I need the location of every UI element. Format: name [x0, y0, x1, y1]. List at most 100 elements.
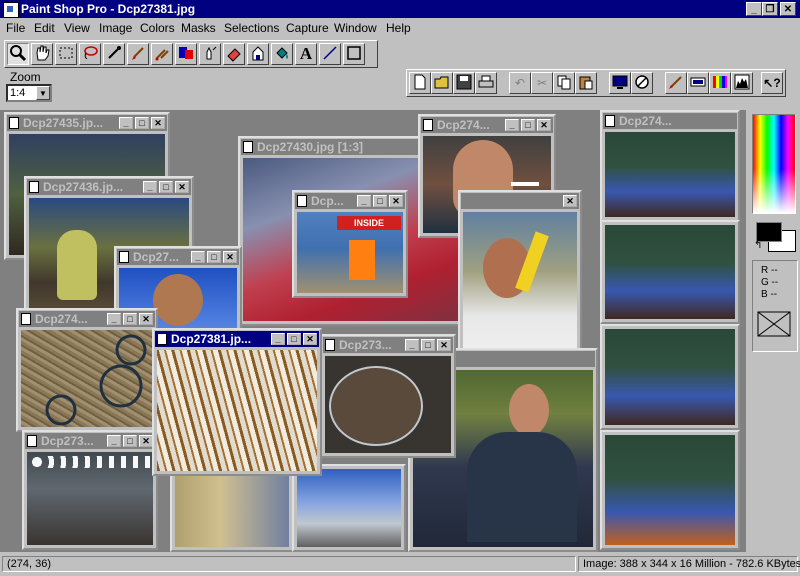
toggle-tool-palette-icon[interactable] [665, 72, 687, 94]
minimize-button[interactable]: _ [357, 195, 371, 207]
menu-window[interactable]: Window [334, 21, 377, 35]
line-tool-icon[interactable] [319, 43, 341, 65]
minimize-button[interactable]: _ [143, 181, 157, 193]
image-canvas[interactable] [297, 469, 401, 547]
minimize-button[interactable]: _ [405, 339, 419, 351]
minimize-button[interactable]: _ [191, 251, 205, 263]
maximize-button[interactable]: □ [123, 435, 137, 447]
image-window-right-2[interactable] [600, 220, 740, 324]
maximize-button[interactable]: □ [159, 181, 173, 193]
image-window-caption[interactable]: Dcp273... _ □ ✕ [25, 433, 155, 449]
restore-button[interactable]: ❐ [762, 2, 778, 16]
close-button[interactable]: ✕ [223, 251, 237, 263]
image-window-caption[interactable]: Dcp27381.jp... _ □ ✕ [155, 331, 319, 347]
close-button[interactable]: ✕ [780, 2, 796, 16]
no-color-icon[interactable] [757, 311, 791, 337]
open-file-icon[interactable] [431, 72, 453, 94]
normal-viewing-icon[interactable] [631, 72, 653, 94]
menu-edit[interactable]: Edit [34, 21, 55, 35]
paste-icon[interactable] [575, 72, 597, 94]
new-file-icon[interactable] [409, 72, 431, 94]
foreground-color-swatch[interactable] [756, 222, 782, 242]
paintbrush-icon[interactable] [127, 43, 149, 65]
histogram-icon[interactable] [731, 72, 753, 94]
picture-tube-icon[interactable] [247, 43, 269, 65]
image-window-caption[interactable]: ✕ [461, 193, 579, 209]
pan-tool-icon[interactable] [31, 43, 53, 65]
menu-view[interactable]: View [64, 21, 90, 35]
chevron-down-icon[interactable]: ▼ [36, 86, 50, 100]
eyedropper-icon[interactable] [103, 43, 125, 65]
image-window-caption[interactable]: Dcp273... _ □ ✕ [323, 337, 453, 353]
close-button[interactable]: ✕ [537, 119, 551, 131]
minimize-button[interactable]: _ [107, 313, 121, 325]
image-canvas[interactable] [325, 356, 451, 453]
image-window-tent[interactable] [292, 464, 406, 552]
minimize-button[interactable]: _ [746, 2, 762, 16]
image-window-right-4[interactable] [600, 430, 740, 550]
shape-tool-icon[interactable] [343, 43, 365, 65]
clone-brush-icon[interactable] [151, 43, 173, 65]
print-icon[interactable] [475, 72, 497, 94]
menu-selections[interactable]: Selections [224, 21, 279, 35]
image-window-caption[interactable]: Dcp274... _ □ ✕ [19, 311, 155, 327]
image-canvas[interactable] [605, 225, 735, 319]
image-canvas[interactable] [463, 212, 577, 361]
image-canvas[interactable] [605, 132, 735, 217]
undo-icon[interactable]: ↶ [509, 72, 531, 94]
menu-help[interactable]: Help [386, 21, 411, 35]
close-button[interactable]: ✕ [151, 117, 165, 129]
eraser-icon[interactable] [223, 43, 245, 65]
close-button[interactable]: ✕ [139, 313, 153, 325]
maximize-button[interactable]: □ [123, 313, 137, 325]
maximize-button[interactable]: □ [135, 117, 149, 129]
close-button[interactable]: ✕ [437, 339, 451, 351]
image-window-caption[interactable]: Dcp27436.jp... _ □ ✕ [27, 179, 191, 195]
flood-fill-icon[interactable] [271, 43, 293, 65]
image-window-caption[interactable]: Dcp27... _ □ ✕ [117, 249, 239, 265]
minimize-button[interactable]: _ [505, 119, 519, 131]
menu-file[interactable]: File [6, 21, 25, 35]
image-window-caption[interactable]: Dcp27435.jp... _ □ ✕ [7, 115, 167, 131]
image-window-dcp-sign[interactable]: Dcp... _ □ ✕ INSIDE [292, 190, 408, 298]
close-button[interactable]: ✕ [139, 435, 153, 447]
menu-colors[interactable]: Colors [140, 21, 175, 35]
toggle-style-bar-icon[interactable] [687, 72, 709, 94]
app-icon[interactable] [3, 2, 19, 18]
maximize-button[interactable]: □ [521, 119, 535, 131]
maximize-button[interactable]: □ [207, 251, 221, 263]
image-window-caption[interactable]: Dcp274... _ □ ✕ [421, 117, 553, 133]
image-canvas[interactable] [605, 329, 735, 425]
zoom-tool-icon[interactable] [7, 43, 29, 65]
color-picker[interactable] [752, 114, 796, 214]
retouch-icon[interactable] [199, 43, 221, 65]
zoom-select[interactable]: 1:4 ▼ [6, 84, 52, 102]
color-replacer-icon[interactable] [175, 43, 197, 65]
toggle-color-palette-icon[interactable] [709, 72, 731, 94]
rect-select-icon[interactable] [55, 43, 77, 65]
close-button[interactable]: ✕ [389, 195, 403, 207]
image-window-caption[interactable]: Dcp274... [603, 113, 737, 129]
image-canvas[interactable] [157, 350, 317, 471]
text-tool-icon[interactable]: A [295, 43, 317, 65]
image-canvas[interactable] [605, 435, 735, 545]
lasso-icon[interactable] [79, 43, 101, 65]
image-window-dcp273-a[interactable]: Dcp273... _ □ ✕ [22, 430, 158, 550]
image-window-dcp27381[interactable]: Dcp27381.jp... _ □ ✕ [152, 328, 322, 476]
swap-colors-icon[interactable]: ↰ [754, 240, 762, 251]
image-window-dcp273-b[interactable]: Dcp273... _ □ ✕ [320, 334, 456, 458]
close-button[interactable]: ✕ [303, 333, 317, 345]
save-icon[interactable] [453, 72, 475, 94]
minimize-button[interactable]: _ [107, 435, 121, 447]
maximize-button[interactable]: □ [421, 339, 435, 351]
full-screen-icon[interactable] [609, 72, 631, 94]
maximize-button[interactable]: □ [287, 333, 301, 345]
image-canvas[interactable] [175, 467, 289, 547]
image-window-dcp274-right[interactable]: Dcp274... [600, 110, 740, 222]
menu-image[interactable]: Image [99, 21, 132, 35]
close-button[interactable]: ✕ [563, 195, 577, 207]
minimize-button[interactable]: _ [271, 333, 285, 345]
close-button[interactable]: ✕ [175, 181, 189, 193]
image-window-banana[interactable]: ✕ [458, 190, 582, 366]
copy-icon[interactable] [553, 72, 575, 94]
